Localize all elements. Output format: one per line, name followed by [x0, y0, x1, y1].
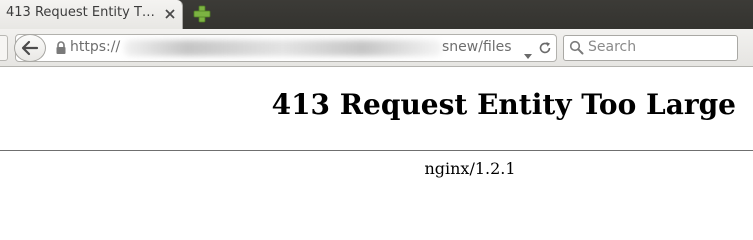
lock-icon[interactable]	[54, 40, 68, 56]
close-icon[interactable]	[163, 6, 177, 20]
search-input[interactable]: Search	[588, 39, 636, 55]
reload-icon[interactable]	[538, 40, 552, 54]
server-signature: nginx/1.2.1	[424, 159, 516, 178]
redacted-url	[124, 40, 442, 56]
plus-icon[interactable]	[192, 4, 212, 24]
horizontal-rule	[0, 150, 753, 151]
arrow-left-icon	[21, 40, 39, 56]
toolbar-edge	[0, 35, 8, 61]
chevron-down-icon[interactable]	[523, 45, 533, 59]
back-button[interactable]	[14, 34, 46, 62]
page-title: 413 Request Entity Too Large	[271, 88, 736, 121]
url-path[interactable]: snew/files	[442, 39, 512, 55]
tab-strip: 413 Request Entity T…	[0, 0, 753, 29]
magnifier-icon[interactable]	[569, 40, 584, 55]
url-prefix[interactable]: https://	[70, 39, 120, 55]
active-tab[interactable]: 413 Request Entity T…	[0, 0, 183, 29]
tab-title: 413 Request Entity T…	[6, 5, 155, 20]
